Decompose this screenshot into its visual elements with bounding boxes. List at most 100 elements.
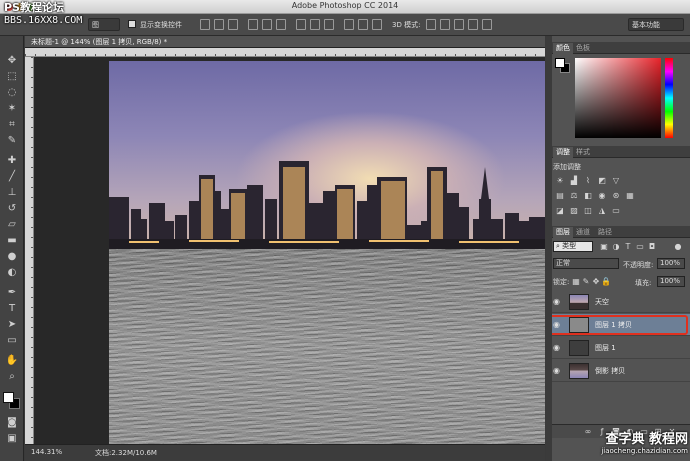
color-picker-field[interactable] [575, 58, 661, 138]
smart-object-filter-icon[interactable]: ◘ [647, 242, 657, 251]
color-panel-foreground[interactable] [555, 58, 565, 68]
align-left-icon[interactable] [248, 19, 258, 30]
3d-rotate-icon[interactable] [426, 19, 436, 30]
color-lookup-icon[interactable]: ▦ [625, 191, 635, 200]
align-select[interactable]: 图 [88, 18, 120, 31]
align-vcenter-icon[interactable] [214, 19, 224, 30]
document-info[interactable]: 文档:2.32M/10.6M [95, 448, 157, 458]
magic-wand-tool-icon[interactable]: ✶ [4, 102, 20, 116]
filter-toggle-icon[interactable]: ● [673, 242, 683, 251]
move-tool-icon[interactable]: ✥ [4, 54, 20, 68]
transform-controls-checkbox[interactable] [128, 20, 136, 28]
zoom-tool-icon[interactable]: ⌕ [4, 370, 20, 384]
tab-layers[interactable]: 图层 [553, 227, 573, 238]
photo-filter-icon[interactable]: ◉ [597, 191, 607, 200]
tab-swatches[interactable]: 色板 [573, 43, 593, 53]
threshold-icon[interactable]: ◫ [583, 206, 593, 215]
channel-mixer-icon[interactable]: ⊛ [611, 191, 621, 200]
eyedropper-tool-icon[interactable]: ✎ [4, 134, 20, 148]
hue-saturation-icon[interactable]: ▤ [555, 191, 565, 200]
3d-pan-icon[interactable] [454, 19, 464, 30]
gradient-tool-icon[interactable]: ▬ [4, 234, 20, 248]
blend-mode-select[interactable]: 正常 [553, 258, 619, 269]
path-selection-tool-icon[interactable]: ➤ [4, 318, 20, 332]
healing-brush-tool-icon[interactable]: ✚ [4, 154, 20, 168]
hue-slider[interactable] [665, 58, 673, 138]
clone-stamp-tool-icon[interactable]: ⊥ [4, 186, 20, 200]
selective-color-icon[interactable]: ◮ [597, 206, 607, 215]
layer-kind-filter[interactable]: ⌕ 类型 [553, 241, 593, 252]
tab-adjustments[interactable]: 调整 [553, 147, 573, 158]
vibrance-icon[interactable]: ▽ [611, 176, 621, 185]
rectangle-tool-icon[interactable]: ▭ [4, 334, 20, 348]
image-canvas[interactable] [109, 61, 545, 444]
align-hcenter-icon[interactable] [262, 19, 272, 30]
pixel-filter-icon[interactable]: ▣ [599, 242, 609, 251]
levels-icon[interactable]: ▟ [569, 176, 579, 185]
zoom-level-readout[interactable]: 144.31% [31, 448, 62, 456]
opacity-input[interactable]: 100% [657, 258, 685, 269]
crop-tool-icon[interactable]: ⌗ [4, 118, 20, 132]
posterize-icon[interactable]: ▨ [569, 206, 579, 215]
3d-scale-icon[interactable] [482, 19, 492, 30]
adjustment-filter-icon[interactable]: ◑ [611, 242, 621, 251]
opacity-label: 不透明度: [623, 261, 654, 269]
3d-roll-icon[interactable] [440, 19, 450, 30]
dock-collapse-strip[interactable] [546, 36, 552, 461]
lock-all-icon[interactable]: 🔒 [601, 277, 611, 286]
tab-channels[interactable]: 通道 [573, 227, 593, 237]
brush-tool-icon[interactable]: ╱ [4, 170, 20, 184]
tab-color[interactable]: 颜色 [553, 43, 573, 54]
layer-row-selected[interactable]: ◉ 图层 1 拷贝 [547, 314, 690, 336]
black-white-icon[interactable]: ◧ [583, 191, 593, 200]
visibility-eye-icon[interactable]: ◉ [553, 366, 560, 375]
align-top-icon[interactable] [200, 19, 210, 30]
reflection-texture-layer [109, 249, 545, 444]
layer-row[interactable]: ◉ 天空 [547, 291, 690, 313]
brightness-icon[interactable]: ☀ [555, 176, 565, 185]
layer-row[interactable]: ◉ 图层 1 [547, 337, 690, 359]
document-tab[interactable]: 未标题-1 @ 144% (图层 1 拷贝, RGB/8) * [25, 36, 545, 48]
blur-tool-icon[interactable]: ● [4, 250, 20, 264]
type-filter-icon[interactable]: T [623, 242, 633, 251]
tab-styles[interactable]: 样式 [573, 147, 593, 157]
hand-tool-icon[interactable]: ✋ [4, 354, 20, 368]
distribute-hcenter-icon[interactable] [358, 19, 368, 30]
transform-controls-label: 显示变换控件 [140, 21, 182, 29]
curves-icon[interactable]: ⌇ [583, 176, 593, 185]
distribute-right-icon[interactable] [372, 19, 382, 30]
distribute-bottom-icon[interactable] [324, 19, 334, 30]
pen-tool-icon[interactable]: ✒ [4, 286, 20, 300]
gradient-map-icon[interactable]: ▭ [611, 206, 621, 215]
horizontal-ruler[interactable] [25, 48, 545, 57]
marquee-tool-icon[interactable]: ⬚ [4, 70, 20, 84]
dodge-tool-icon[interactable]: ◐ [4, 266, 20, 280]
lock-pixels-icon[interactable]: ✎ [581, 277, 591, 286]
layer-row[interactable]: ◉ 倒影 拷贝 [547, 360, 690, 382]
3d-slide-icon[interactable] [468, 19, 478, 30]
distribute-center-icon[interactable] [310, 19, 320, 30]
foreground-color-swatch[interactable] [3, 392, 14, 403]
lasso-tool-icon[interactable]: ◌ [4, 86, 20, 100]
shape-filter-icon[interactable]: ▭ [635, 242, 645, 251]
visibility-eye-icon[interactable]: ◉ [553, 297, 560, 306]
type-tool-icon[interactable]: T [4, 302, 20, 316]
align-right-icon[interactable] [276, 19, 286, 30]
align-bottom-icon[interactable] [228, 19, 238, 30]
eraser-tool-icon[interactable]: ▱ [4, 218, 20, 232]
quick-mask-icon[interactable]: ◙ [4, 416, 20, 430]
visibility-eye-icon[interactable]: ◉ [553, 343, 560, 352]
lock-position-icon[interactable]: ✥ [591, 277, 601, 286]
history-brush-tool-icon[interactable]: ↺ [4, 202, 20, 216]
vertical-ruler[interactable] [25, 57, 34, 447]
lock-transparent-icon[interactable]: ▦ [571, 277, 581, 286]
color-balance-icon[interactable]: ⚖ [569, 191, 579, 200]
distribute-top-icon[interactable] [296, 19, 306, 30]
invert-icon[interactable]: ◪ [555, 206, 565, 215]
distribute-left-icon[interactable] [344, 19, 354, 30]
tab-paths[interactable]: 路径 [595, 227, 615, 237]
workspace-select[interactable]: 基本功能 [628, 18, 684, 31]
screen-mode-icon[interactable]: ▣ [4, 432, 20, 446]
fill-input[interactable]: 100% [657, 276, 685, 287]
exposure-icon[interactable]: ◩ [597, 176, 607, 185]
